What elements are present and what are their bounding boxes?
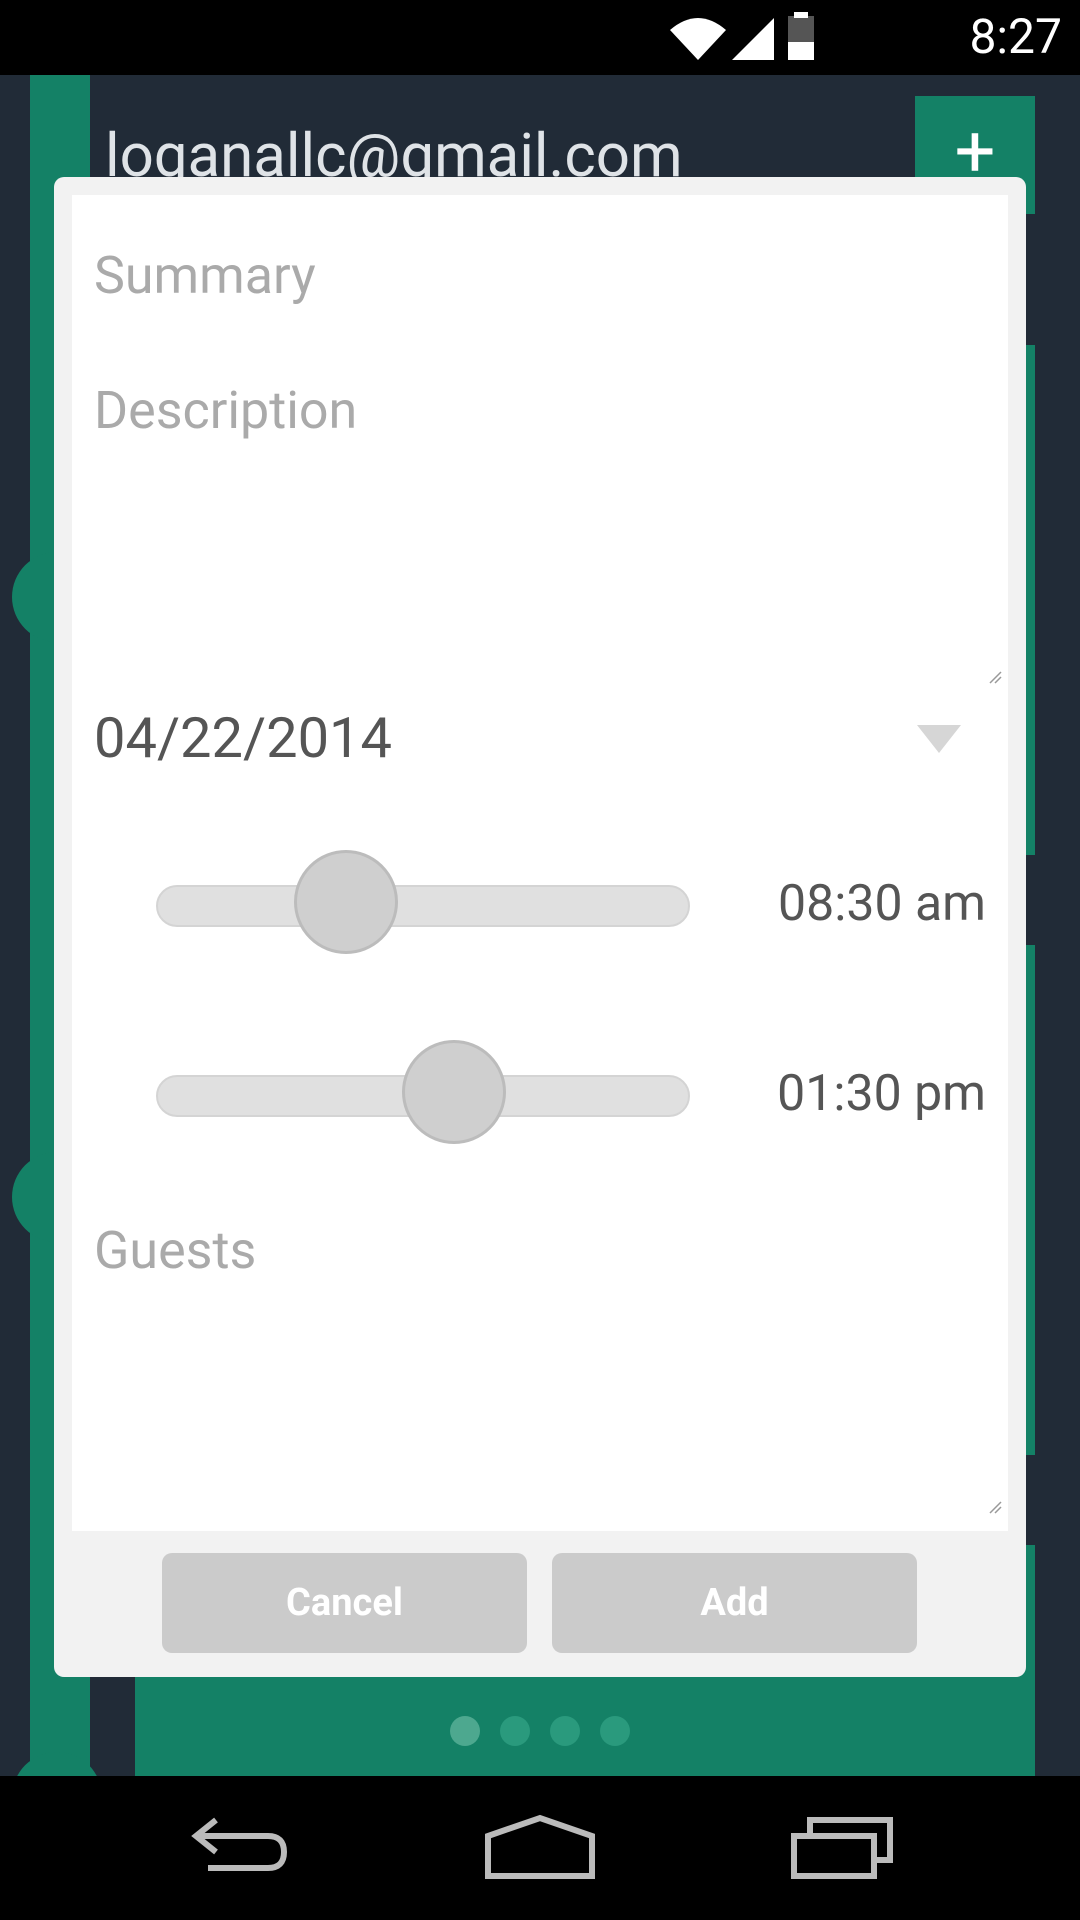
- home-icon[interactable]: [484, 1812, 596, 1882]
- resize-grip-icon[interactable]: [988, 670, 1002, 684]
- date-value: 04/22/2014: [94, 705, 392, 771]
- back-icon[interactable]: [188, 1812, 292, 1882]
- end-time-slider-thumb[interactable]: [402, 1040, 506, 1144]
- add-button[interactable]: Add: [552, 1553, 917, 1653]
- page-dot[interactable]: [450, 1716, 480, 1746]
- start-time-slider[interactable]: [156, 885, 690, 927]
- summary-input[interactable]: Summary: [72, 245, 1008, 325]
- page-dot[interactable]: [550, 1716, 580, 1746]
- page-dot[interactable]: [500, 1716, 530, 1746]
- new-event-dialog: Summary Description 04/22/2014 08:30 am …: [54, 177, 1026, 1677]
- battery-icon: [788, 12, 814, 60]
- description-textarea[interactable]: Description: [72, 380, 1008, 690]
- guests-placeholder: Guests: [94, 1220, 257, 1281]
- wifi-icon: [670, 18, 726, 60]
- date-select[interactable]: 04/22/2014: [72, 705, 1008, 785]
- start-time-slider-thumb[interactable]: [294, 850, 398, 954]
- page-dot[interactable]: [600, 1716, 630, 1746]
- recent-apps-icon[interactable]: [790, 1812, 894, 1882]
- page-indicator: [450, 1716, 630, 1746]
- event-form: Summary Description 04/22/2014 08:30 am …: [72, 195, 1008, 1531]
- summary-placeholder: Summary: [94, 245, 316, 306]
- dialog-actions: Cancel Add: [54, 1537, 1026, 1677]
- guests-textarea[interactable]: Guests: [72, 1220, 1008, 1520]
- start-time-row: 08:30 am: [72, 850, 1008, 960]
- end-time-value: 01:30 pm: [777, 1065, 986, 1123]
- status-time: 8:27: [969, 8, 1062, 65]
- navigation-bar: [0, 1776, 1080, 1920]
- description-placeholder: Description: [94, 380, 358, 441]
- dropdown-arrow-icon[interactable]: [917, 725, 961, 753]
- status-bar: 8:27: [0, 0, 1080, 75]
- resize-grip-icon[interactable]: [988, 1500, 1002, 1514]
- cancel-button[interactable]: Cancel: [162, 1553, 527, 1653]
- status-icons: [670, 12, 814, 60]
- start-time-value: 08:30 am: [778, 875, 986, 933]
- signal-icon: [732, 18, 774, 60]
- end-time-row: 01:30 pm: [72, 1040, 1008, 1150]
